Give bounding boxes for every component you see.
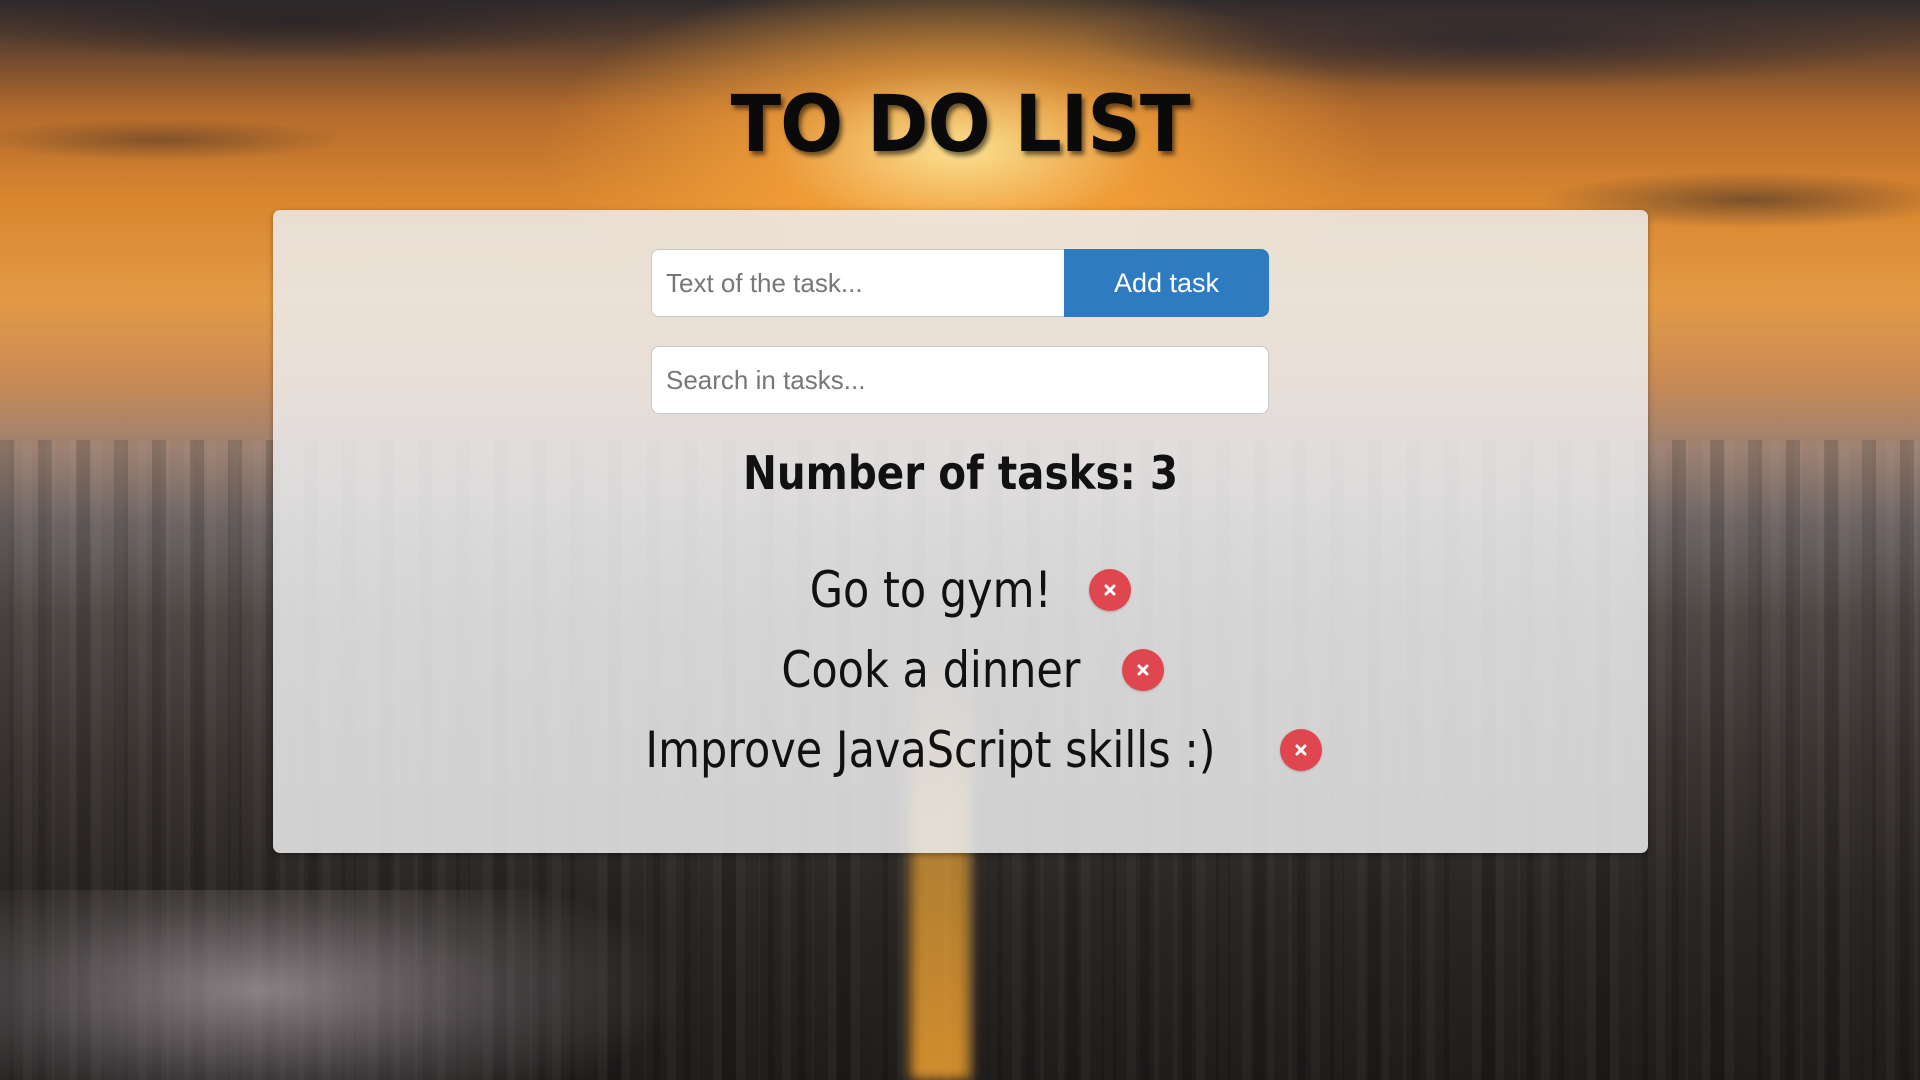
task-text: Go to gym! [809, 561, 1052, 619]
delete-task-button[interactable] [1280, 729, 1322, 771]
task-list: Go to gym! Cook a dinner Improve JavaScr… [273, 550, 1648, 790]
list-item: Go to gym! [273, 550, 1648, 630]
task-text-input[interactable] [651, 249, 1064, 317]
search-input[interactable] [651, 346, 1269, 414]
delete-task-button[interactable] [1089, 569, 1132, 611]
add-task-form: Add task [651, 249, 1269, 317]
background-lake [0, 890, 700, 1080]
todo-panel: Add task Number of tasks: 3 Go to gym! C… [273, 210, 1648, 853]
close-icon [1104, 584, 1116, 596]
list-item: Cook a dinner [273, 630, 1648, 710]
task-text: Improve JavaScript skills :) [645, 721, 1216, 779]
task-text: Cook a dinner [780, 641, 1081, 699]
task-counter: Number of tasks: 3 [742, 446, 1179, 500]
list-item: Improve JavaScript skills :) [273, 710, 1648, 790]
close-icon [1137, 664, 1149, 676]
add-task-button[interactable]: Add task [1064, 249, 1269, 317]
delete-task-button[interactable] [1122, 649, 1165, 691]
page-title: TO DO LIST [730, 80, 1191, 170]
close-icon [1295, 744, 1307, 756]
